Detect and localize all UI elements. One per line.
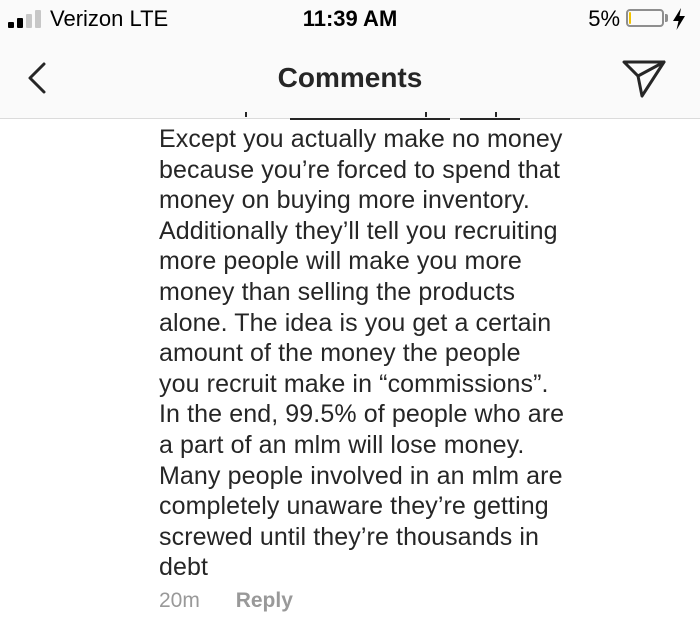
comment-timestamp: 20m	[159, 589, 200, 612]
battery-level-fill	[629, 12, 631, 24]
comment-line: Additionally they’ll tell you recruiting	[159, 216, 558, 245]
paper-plane-icon[interactable]	[620, 56, 668, 100]
battery-nub	[665, 14, 668, 22]
page-title: Comments	[277, 62, 423, 93]
battery-percent: 5%	[588, 6, 620, 31]
top-area: Verizon LTE 11:39 AM 5% Comments	[0, 0, 700, 119]
comment-line: screwed until they’re thousands in	[159, 522, 539, 551]
comment-line: amount of the money the people	[159, 339, 521, 368]
charging-bolt-icon	[673, 8, 685, 30]
comment-line: completely unaware they’re getting	[159, 492, 549, 521]
comment-line: debt	[159, 553, 209, 582]
comment-line: because you’re forced to spend that	[159, 155, 560, 184]
comment-line: you recruit make in “commissions”.	[159, 369, 549, 398]
comment-line: a part of an mlm will lose money.	[159, 430, 525, 459]
comment-line: alone. The idea is you get a certain	[159, 308, 552, 337]
comment-line: Except you actually make no money	[159, 125, 563, 153]
comment-line: money than selling the products	[159, 277, 516, 306]
comment-meta: 20m Reply	[159, 589, 293, 613]
comment-line: Many people involved in an mlm are	[159, 461, 563, 490]
comment-line: more people will make you more	[159, 247, 522, 276]
comment-line: In the end, 99.5% of people who are	[159, 400, 565, 429]
battery-icon	[626, 9, 664, 27]
status-bar: Verizon LTE 11:39 AM 5%	[0, 0, 700, 40]
comment-line: money on buying more inventory.	[159, 186, 530, 215]
nav-bar: Comments	[0, 40, 700, 118]
clipped-text-fragment	[245, 112, 520, 120]
comment-body: Except you actually make no money becaus…	[159, 124, 689, 583]
reply-button[interactable]: Reply	[236, 589, 293, 613]
